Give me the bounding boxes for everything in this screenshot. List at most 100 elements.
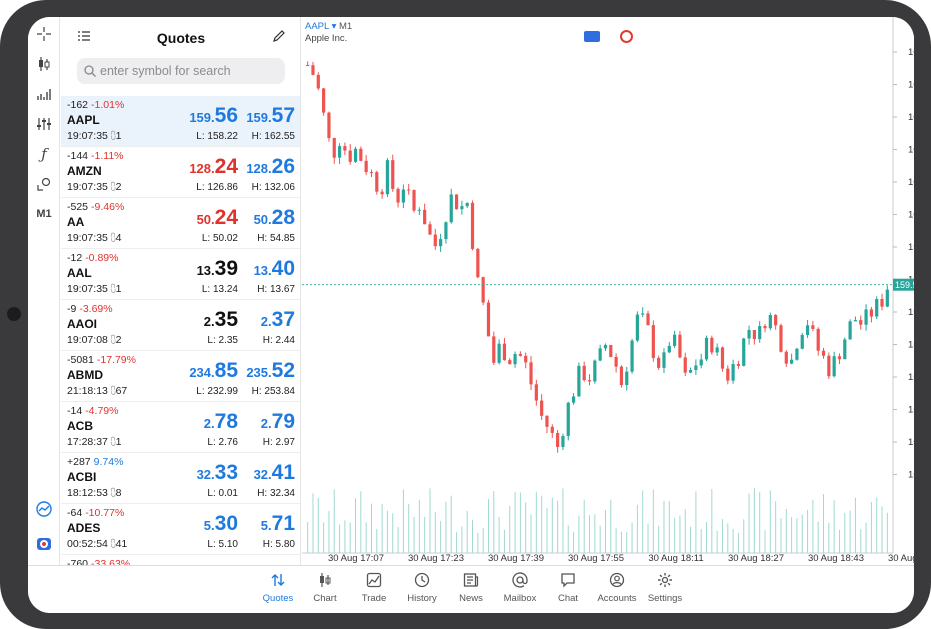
nav-accounts[interactable]: Accounts <box>592 572 642 610</box>
ask-price: 128.26 <box>246 156 295 177</box>
quote-symbol: ACBI <box>67 470 97 484</box>
chart-symbol-label[interactable]: AAPL ▾ M1 <box>305 21 352 32</box>
ask-price: 2.37 <box>261 309 295 330</box>
price-tick-label: 159.85 <box>908 242 914 253</box>
quote-timestamp: 21:18:13 <box>67 385 108 397</box>
edit-pencil-icon[interactable] <box>272 29 286 43</box>
quotes-icon <box>271 574 285 586</box>
change-percent: -17.79% <box>96 354 136 366</box>
quote-row[interactable]: -162 -1.01% AAPL 19:07:35 ⩇1 159.56 159.57 L: … <box>61 96 300 147</box>
market-watch-icon[interactable] <box>620 30 633 43</box>
quote-symbol: AA <box>67 215 85 229</box>
nav-quotes[interactable]: Quotes <box>253 572 303 610</box>
indicators-icon[interactable] <box>28 82 60 106</box>
candle-up <box>566 402 570 437</box>
time-tick-label: 30 Aug 17:39 <box>488 553 544 564</box>
trade-panel-icon[interactable] <box>584 31 600 42</box>
objects-icon[interactable] <box>28 172 60 196</box>
history-icon <box>414 572 430 588</box>
chart-symbol: AAPL <box>305 21 329 32</box>
quote-row[interactable]: -5081 -17.79% ABMD 21:18:13 ⩇67 234.85 235.52… <box>61 351 300 402</box>
change-points: -525 <box>67 201 89 213</box>
quote-row[interactable]: -12 -0.89% AAL 19:07:35 ⩇1 13.39 13.40 L: 13.2… <box>61 249 300 300</box>
one-click-trading-icon[interactable] <box>28 532 60 556</box>
nav-news[interactable]: News <box>446 572 496 610</box>
day-high: H: 54.85 <box>257 233 295 244</box>
candle-down <box>311 65 315 75</box>
candle-down <box>428 224 432 235</box>
search-input[interactable] <box>100 58 280 84</box>
settings-sliders-icon[interactable] <box>28 112 60 136</box>
day-low: L: 13.24 <box>201 284 238 295</box>
quote-change: -162 -1.01% <box>67 99 124 111</box>
nav-chart[interactable]: Chart <box>300 572 350 610</box>
quote-row[interactable]: -64 -10.77% ADES 00:52:54 ⩇41 5.30 5.71 L: 5.1… <box>61 504 300 555</box>
quote-row[interactable]: -144 -1.11% AMZN 19:07:35 ⩇2 128.24 128.26 L: … <box>61 147 300 198</box>
candle-up <box>875 298 879 317</box>
day-high: H: 162.55 <box>251 131 295 142</box>
nav-chat[interactable]: Chat <box>543 572 593 610</box>
home-button[interactable] <box>7 307 21 321</box>
bid-price: 128.24 <box>189 156 238 177</box>
nav-settings[interactable]: Settings <box>640 572 690 610</box>
bid-price: 2.78 <box>204 411 238 432</box>
quote-change: -12 -0.89% <box>67 252 118 264</box>
bid-price-pips: 24 <box>214 206 238 229</box>
quote-timestamp: 19:07:35 <box>67 181 108 193</box>
candle-down <box>827 355 831 377</box>
bid-price-main: 2. <box>203 314 215 329</box>
bottom-navigation: Quotes Chart Trade History News Mailbox Chat Ac… <box>28 565 914 613</box>
price-chart[interactable]: 161.35 161.10 160.85 160.60 160.35 160.10 159.… <box>302 17 914 565</box>
candle-down <box>486 302 491 337</box>
function-icon[interactable]: ƒ <box>28 142 60 166</box>
chart-icon <box>320 573 331 587</box>
bid-price-pips: 39 <box>214 257 238 280</box>
quote-row[interactable]: -9 -3.69% AAOI 19:07:08 ⩇2 2.35 2.37 L: 2.35 H:… <box>61 300 300 351</box>
day-high: H: 2.97 <box>262 437 295 448</box>
nav-label: Mailbox <box>503 593 537 604</box>
candle-down <box>550 426 554 433</box>
quote-timestamp: 17:28:37 <box>67 436 108 448</box>
candle-up <box>795 348 799 360</box>
nav-trade[interactable]: Trade <box>349 572 399 610</box>
candle-down <box>529 362 533 385</box>
quote-symbol: AMZN <box>67 164 102 178</box>
ask-price-main: 32. <box>253 467 272 482</box>
candle-down <box>412 189 416 211</box>
quote-row[interactable]: -760 -33.63% <box>61 555 300 565</box>
quote-row[interactable]: +287 9.74% ACBI 18:12:53 ⩇8 32.33 32.41 L: 0.0… <box>61 453 300 504</box>
ask-price-main: 2. <box>260 314 272 329</box>
ask-price-main: 5. <box>260 518 272 533</box>
timeframe-button[interactable]: M1 <box>28 202 60 226</box>
change-points: -5081 <box>67 354 94 366</box>
candle-up <box>635 314 639 341</box>
change-percent: -1.01% <box>91 99 125 111</box>
change-points: -760 <box>67 558 89 565</box>
day-low: L: 0.01 <box>207 488 238 499</box>
quote-row[interactable]: -14 -4.79% ACB 17:28:37 ⩇1 2.78 2.79 L: 2.76 H:… <box>61 402 300 453</box>
day-low: L: 232.99 <box>196 386 238 397</box>
day-high: H: 2.44 <box>262 335 295 346</box>
quote-spread: 4 <box>115 232 122 244</box>
bid-price-main: 13. <box>196 263 215 278</box>
nav-label: Accounts <box>597 593 637 604</box>
time-tick-label: 30 Aug 18:59 <box>888 553 914 564</box>
candlestick-icon[interactable] <box>28 52 60 76</box>
candle-up <box>630 340 634 372</box>
candle-up <box>673 334 677 346</box>
price-tick-label: 160.10 <box>908 210 914 221</box>
chart-canvas[interactable]: 161.35 161.10 160.85 160.60 160.35 160.10 159.… <box>302 17 914 565</box>
nav-mailbox[interactable]: Mailbox <box>495 572 545 610</box>
ask-price-pips: 57 <box>271 104 295 127</box>
candle-up <box>449 194 453 223</box>
quote-spread: 2 <box>115 334 122 346</box>
crosshair-icon[interactable] <box>28 22 60 46</box>
nav-history[interactable]: History <box>397 572 447 610</box>
quote-timestamp: 19:07:08 <box>67 334 108 346</box>
change-percent: -4.79% <box>85 405 119 417</box>
quote-row[interactable]: -525 -9.46% AA 19:07:35 ⩇4 50.24 50.28 L: 50.0… <box>61 198 300 249</box>
candle-down <box>364 160 368 173</box>
candle-down <box>508 360 512 365</box>
trading-signals-icon[interactable] <box>28 497 60 521</box>
change-percent: -33.63% <box>91 558 131 565</box>
